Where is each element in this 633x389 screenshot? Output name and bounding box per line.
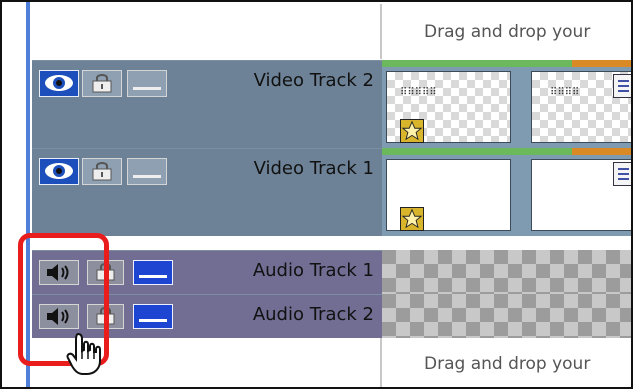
drop-zone-top[interactable]: Drag and drop your — [32, 4, 631, 59]
eye-icon[interactable] — [39, 70, 79, 97]
clip-range-green — [382, 148, 572, 155]
video-clip-thumbnail[interactable]: ⠿⠿⠿⠿⠿ — [386, 71, 511, 143]
video-audio-separator — [32, 236, 631, 250]
video-clip-thumbnail[interactable]: ⠿⠿⠿⠿ — [531, 71, 631, 143]
bar-icon[interactable] — [127, 70, 167, 97]
audio-track-1-label: Audio Track 1 — [252, 260, 374, 281]
footer-divider — [380, 338, 382, 387]
star-icon — [400, 119, 424, 143]
video-track-2-label: Video Track 2 — [253, 70, 374, 91]
clip-preview-noise: ⠿⠿⠿⠿ — [550, 87, 580, 98]
video-track-1-label: Video Track 1 — [253, 158, 374, 179]
hand-pointer-icon — [66, 330, 102, 376]
clip-preview-noise: ⠿⠿⠿⠿⠿ — [400, 87, 437, 98]
menu-icon[interactable] — [613, 74, 631, 98]
clip-range-orange — [572, 148, 631, 155]
video-clip-thumbnail[interactable] — [386, 159, 511, 231]
bar-icon[interactable] — [133, 260, 173, 285]
video-track-1-header[interactable]: Video Track 1 — [32, 148, 382, 236]
video-track-2-timeline[interactable]: ⠿⠿⠿⠿⠿ ⠿⠿⠿⠿ — [382, 60, 631, 148]
drop-zone-top-text: Drag and drop your — [424, 22, 591, 42]
menu-icon[interactable] — [613, 162, 631, 186]
drop-zone-bottom-text: Drag and drop your — [424, 354, 591, 374]
lock-icon[interactable] — [82, 158, 122, 185]
audio-track-2-timeline[interactable] — [382, 294, 631, 338]
star-icon — [400, 207, 424, 231]
bar-icon[interactable] — [133, 304, 173, 329]
video-clip-thumbnail[interactable] — [531, 159, 631, 231]
clip-range-orange — [572, 60, 631, 67]
video-track-1-timeline[interactable] — [382, 148, 631, 236]
header-divider — [380, 4, 382, 59]
drop-zone-bottom[interactable]: Drag and drop your — [32, 338, 631, 387]
eye-icon[interactable] — [39, 158, 79, 185]
audio-track-2-label: Audio Track 2 — [252, 304, 374, 325]
video-track-2-header[interactable]: Video Track 2 — [32, 60, 382, 148]
timeline-panel: Drag and drop your Video Track 2 Video T… — [0, 0, 633, 389]
audio-track-1-timeline[interactable] — [382, 250, 631, 294]
clip-range-green — [382, 60, 572, 67]
lock-icon[interactable] — [82, 70, 122, 97]
bar-icon[interactable] — [127, 158, 167, 185]
